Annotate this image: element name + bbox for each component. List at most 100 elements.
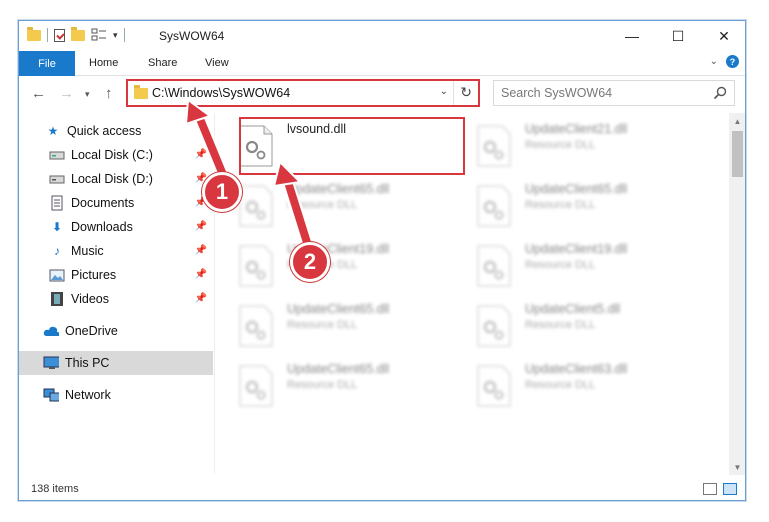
drive-icon <box>49 147 65 163</box>
file-type: Resource DLL <box>525 259 596 271</box>
file-item[interactable]: UpdateClient63.dll Resource DLL <box>457 359 685 411</box>
onedrive-icon <box>43 323 59 339</box>
sidebar-item-quick-access[interactable]: ★ Quick access <box>19 119 213 143</box>
file-item[interactable]: UpdateClient19.dll Resource DLL <box>457 239 685 291</box>
divider <box>47 28 48 42</box>
pin-icon[interactable]: 📌 <box>195 221 207 232</box>
details-view-icon[interactable] <box>703 483 717 495</box>
file-list: lvsound.dll UpdateClient65.dll Resource … <box>219 113 727 473</box>
window-title: SysWOW64 <box>159 29 225 43</box>
recent-locations-icon[interactable]: ▾ <box>85 89 90 100</box>
title-bar: ▾ SysWOW64 — ☐ ✕ <box>19 21 745 51</box>
refresh-icon[interactable]: ↻ <box>460 84 472 101</box>
file-name: UpdateClient65.dll <box>287 182 390 196</box>
file-name: UpdateClient19.dll <box>525 242 628 256</box>
file-item[interactable]: UpdateClient65.dll Resource DLL <box>219 299 447 351</box>
vertical-scrollbar[interactable]: ▲ ▼ <box>729 113 745 475</box>
network-icon <box>43 387 59 403</box>
sidebar-item-local-disk-c[interactable]: Local Disk (C:) 📌 <box>19 143 213 167</box>
file-name: UpdateClient65.dll <box>525 182 628 196</box>
file-item[interactable]: UpdateClient5.dll Resource DLL <box>457 299 685 351</box>
star-icon: ★ <box>47 124 59 138</box>
explorer-window: ▾ SysWOW64 — ☐ ✕ File Home Share View ⌄ … <box>18 20 746 501</box>
file-type: Resource DLL <box>525 379 596 391</box>
tab-share[interactable]: Share <box>148 57 177 69</box>
ribbon-tabs: File Home Share View ⌄ ? <box>19 51 745 76</box>
dll-file-icon <box>239 185 273 227</box>
downloads-icon: ⬇ <box>51 220 63 234</box>
sidebar-item-videos[interactable]: Videos 📌 <box>19 287 213 311</box>
divider <box>453 81 454 105</box>
address-history-dropdown-icon[interactable]: ⌄ <box>440 86 448 97</box>
file-item[interactable]: UpdateClient65.dll Resource DLL <box>219 179 447 231</box>
tab-file[interactable]: File <box>19 51 75 76</box>
view-options-icon[interactable] <box>91 28 107 42</box>
file-type: Resource DLL <box>525 139 596 151</box>
new-folder-icon[interactable] <box>71 26 85 41</box>
sidebar-item-label: Videos <box>71 292 109 306</box>
forward-arrow-icon[interactable]: → <box>59 85 74 102</box>
pin-icon[interactable]: 📌 <box>195 149 207 160</box>
up-arrow-icon[interactable]: ↑ <box>105 85 113 102</box>
drive-icon <box>49 171 65 187</box>
status-bar: 138 items <box>19 477 745 500</box>
dll-file-icon <box>239 245 273 287</box>
pin-icon[interactable]: 📌 <box>195 245 207 256</box>
sidebar-item-label: OneDrive <box>65 324 118 338</box>
scroll-down-icon[interactable]: ▼ <box>729 459 745 475</box>
search-input[interactable]: Search SysWOW64 <box>493 80 735 106</box>
dll-file-icon <box>239 305 273 347</box>
file-type: Resource DLL <box>525 199 596 211</box>
tab-home[interactable]: Home <box>89 57 118 69</box>
tiles-view-icon[interactable] <box>723 483 737 495</box>
properties-icon[interactable] <box>54 28 65 42</box>
this-pc-icon <box>43 355 59 371</box>
sidebar-item-local-disk-d[interactable]: Local Disk (D:) 📌 <box>19 167 213 191</box>
file-item[interactable]: UpdateClient21.dll Resource DLL <box>457 119 685 171</box>
expand-ribbon-icon[interactable]: ⌄ <box>710 56 718 67</box>
music-icon: ♪ <box>54 244 60 258</box>
scroll-thumb[interactable] <box>732 131 743 177</box>
file-item[interactable]: UpdateClient65.dll Resource DLL <box>219 359 447 411</box>
search-placeholder: Search SysWOW64 <box>501 86 613 100</box>
close-button[interactable]: ✕ <box>701 21 745 51</box>
folder-icon[interactable] <box>27 26 41 41</box>
minimize-button[interactable]: — <box>609 21 655 51</box>
search-icon[interactable] <box>713 86 727 100</box>
sidebar-item-label: Network <box>65 388 111 402</box>
sidebar-item-label: Quick access <box>67 124 142 138</box>
back-arrow-icon[interactable]: ← <box>31 85 46 102</box>
file-type: Resource DLL <box>287 379 358 391</box>
sidebar-item-label: Downloads <box>71 220 133 234</box>
sidebar-item-downloads[interactable]: ⬇ Downloads 📌 <box>19 215 213 239</box>
sidebar-item-pictures[interactable]: Pictures 📌 <box>19 263 213 287</box>
item-count: 138 items <box>31 483 79 495</box>
navigation-pane: ★ Quick access Local Disk (C:) 📌 Local D… <box>19 113 215 473</box>
file-name: UpdateClient65.dll <box>287 302 390 316</box>
file-name: UpdateClient5.dll <box>525 302 621 316</box>
customize-toolbar-dropdown-icon[interactable]: ▾ <box>113 30 118 41</box>
sidebar-item-label: Local Disk (C:) <box>71 148 153 162</box>
sidebar-item-network[interactable]: Network <box>19 383 213 407</box>
address-bar[interactable]: C:\Windows\SysWOW64 ⌄ ↻ <box>126 79 480 107</box>
tab-view[interactable]: View <box>205 57 229 69</box>
callout-badge-1: 1 <box>202 172 242 212</box>
pin-icon[interactable]: 📌 <box>195 293 207 304</box>
sidebar-item-onedrive[interactable]: OneDrive <box>19 319 213 343</box>
help-icon[interactable]: ? <box>726 55 739 68</box>
dll-file-icon <box>477 125 511 167</box>
file-name: UpdateClient21.dll <box>525 122 628 136</box>
maximize-button[interactable]: ☐ <box>655 21 701 51</box>
pin-icon[interactable]: 📌 <box>195 269 207 280</box>
sidebar-item-documents[interactable]: Documents 📌 <box>19 191 213 215</box>
folder-icon <box>134 85 148 99</box>
sidebar-item-label: This PC <box>65 356 110 370</box>
file-item[interactable]: UpdateClient65.dll Resource DLL <box>457 179 685 231</box>
address-row: ← → ▾ ↑ C:\Windows\SysWOW64 ⌄ ↻ Search S… <box>19 77 745 111</box>
file-item[interactable]: UpdateClient19.dll Resource DLL <box>219 239 447 291</box>
pictures-icon <box>49 267 65 283</box>
sidebar-item-label: Local Disk (D:) <box>71 172 153 186</box>
sidebar-item-music[interactable]: ♪ Music 📌 <box>19 239 213 263</box>
scroll-up-icon[interactable]: ▲ <box>729 113 745 129</box>
sidebar-item-this-pc[interactable]: This PC <box>19 351 213 375</box>
